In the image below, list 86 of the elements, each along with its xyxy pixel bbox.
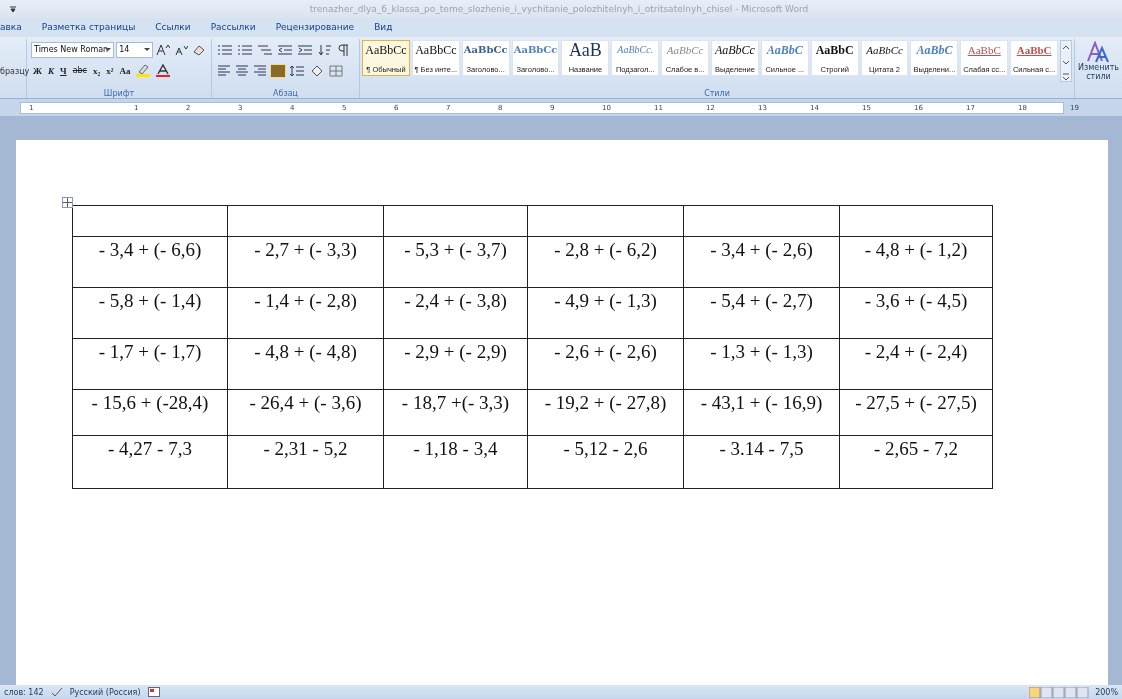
align-center-icon[interactable] bbox=[234, 63, 250, 78]
pilcrow-icon[interactable] bbox=[336, 42, 350, 57]
group-label: Шрифт bbox=[102, 89, 136, 98]
expression-text: - 43,1 + (- 16,9) bbox=[700, 392, 823, 414]
grow-font-icon[interactable] bbox=[155, 42, 171, 57]
expression-text: - 18,7 +(- 3,3) bbox=[401, 392, 510, 414]
expression-text: - 2,9 + (- 2,9) bbox=[404, 341, 507, 363]
expression-text: - 27,5 + (- 27,5) bbox=[855, 392, 977, 414]
decrease-indent-icon[interactable] bbox=[276, 42, 294, 57]
expression-text: - 2,65 - 7,2 bbox=[874, 438, 958, 460]
expression-text: - 4,27 - 7,3 bbox=[108, 438, 192, 460]
expression-text: - 3.14 - 7,5 bbox=[719, 438, 804, 460]
style-preview: AaBbC bbox=[1016, 43, 1052, 58]
word-count[interactable]: слов: 142 bbox=[4, 687, 44, 697]
increase-indent-icon[interactable] bbox=[296, 42, 314, 57]
expression-text: - 26,4 + (- 3,6) bbox=[249, 392, 362, 414]
align-right-icon[interactable] bbox=[252, 63, 268, 78]
change-styles-button[interactable]: Изменить стили bbox=[1075, 39, 1122, 98]
bullets-icon[interactable] bbox=[216, 42, 234, 57]
expression-text: - 5,8 + (- 1,4) bbox=[98, 290, 202, 312]
font-size-field[interactable]: 14 bbox=[116, 41, 153, 58]
expression-text: - 4,8 + (- 4,8) bbox=[254, 341, 357, 363]
multilevel-list-icon[interactable] bbox=[256, 42, 274, 57]
font-name-field[interactable]: Times New Roman bbox=[31, 41, 115, 58]
styles-icon bbox=[1085, 41, 1112, 63]
style-preview: AaBbCc bbox=[415, 42, 457, 58]
gallery-scroll[interactable] bbox=[1060, 40, 1073, 82]
expression-text: - 5,4 + (- 2,7) bbox=[710, 290, 813, 312]
format-button[interactable]: abc bbox=[70, 66, 89, 75]
style-preview: AaBbCc bbox=[866, 43, 903, 58]
macro-icon[interactable] bbox=[146, 686, 161, 698]
expression-text: - 2,8 + (- 6,2) bbox=[554, 239, 657, 261]
group-label: Стили bbox=[703, 89, 731, 98]
zoom-level[interactable]: 200% bbox=[1095, 687, 1118, 697]
sort-icon[interactable] bbox=[316, 42, 334, 57]
ribbon-tab[interactable]: Разметка страницы bbox=[31, 19, 146, 36]
style-preview: AaBbCc bbox=[513, 43, 558, 57]
proofing-icon[interactable] bbox=[49, 686, 64, 698]
format-button[interactable]: Ж bbox=[31, 65, 44, 76]
group-label: Абзац bbox=[272, 89, 299, 98]
line-spacing-icon[interactable] bbox=[288, 63, 306, 78]
format-button[interactable]: Ч bbox=[58, 65, 69, 76]
format-button[interactable]: x₂ bbox=[91, 65, 103, 76]
ribbon-tab[interactable]: Рассылки bbox=[200, 19, 266, 36]
expression-text: - 5,3 + (- 3,7) bbox=[404, 239, 507, 261]
ribbon-tab[interactable]: Вид bbox=[364, 19, 403, 36]
font-color-icon[interactable] bbox=[154, 63, 173, 78]
style-preview: AaBbCc bbox=[463, 43, 508, 57]
numbering-icon[interactable] bbox=[236, 42, 254, 57]
ribbon-tab[interactable]: Ссылки bbox=[145, 19, 201, 36]
style-preview: AaB bbox=[568, 42, 602, 58]
expression-text: - 1,7 + (- 1,7) bbox=[98, 341, 202, 363]
expression-text: - 2,4 + (- 3,8) bbox=[404, 290, 507, 312]
expression-text: - 4,9 + (- 1,3) bbox=[554, 290, 657, 312]
table-move-handle[interactable] bbox=[62, 197, 73, 208]
window-title: trenazher_dlya_6_klassa_po_teme_slozhenie_i_vychitanie_polozhitelnyh_i_otritsatelnyh_chisel - Microsoft Word bbox=[308, 4, 810, 14]
expression-text: - 19,2 + (- 27,8) bbox=[544, 392, 667, 414]
style-preview: AaBbC bbox=[815, 42, 854, 58]
expression-text: - 4,8 + (- 1,2) bbox=[864, 239, 968, 261]
language-label[interactable]: Русский (Россия) bbox=[69, 687, 141, 697]
expression-text: - 5,12 - 2,6 bbox=[563, 438, 648, 460]
format-button[interactable]: x² bbox=[104, 65, 116, 76]
style-preview: AaBbCc. bbox=[617, 43, 654, 57]
quick-access-icon[interactable] bbox=[10, 6, 16, 12]
expression-text: - 15,6 + (-28,4) bbox=[91, 392, 209, 414]
style-preview: AaBbCc bbox=[714, 42, 755, 58]
expression-text: - 2,6 + (- 2,6) bbox=[554, 341, 657, 363]
style-preview: AaBbCc bbox=[666, 43, 704, 58]
expression-text: - 1,3 + (- 1,3) bbox=[710, 341, 813, 363]
expression-text: - 2,4 + (- 2,4) bbox=[864, 341, 968, 363]
style-preview: AaBbC bbox=[916, 42, 953, 58]
expression-text: - 2,7 + (- 3,3) bbox=[254, 239, 357, 261]
format-button[interactable]: Aa bbox=[117, 65, 133, 76]
expression-text: - 1,18 - 3,4 bbox=[413, 438, 498, 460]
style-preview: AaBbC bbox=[967, 43, 1001, 58]
expression-text: - 1,4 + (- 2,8) bbox=[254, 290, 357, 312]
expression-text: - 3,4 + (- 6,6) bbox=[98, 239, 202, 261]
expression-text: - 3,4 + (- 2,6) bbox=[710, 239, 813, 261]
align-left-icon[interactable] bbox=[216, 63, 232, 78]
ribbon-tab[interactable]: Рецензирование bbox=[265, 19, 365, 36]
format-button[interactable]: К bbox=[45, 65, 56, 76]
ribbon-tab[interactable]: авка bbox=[0, 19, 32, 36]
expression-text: - 3,6 + (- 4,5) bbox=[864, 290, 968, 312]
style-preview: AaBbCc bbox=[365, 42, 407, 58]
expression-text: - 2,31 - 5,2 bbox=[263, 438, 348, 460]
style-preview: AaBbC bbox=[766, 42, 803, 58]
